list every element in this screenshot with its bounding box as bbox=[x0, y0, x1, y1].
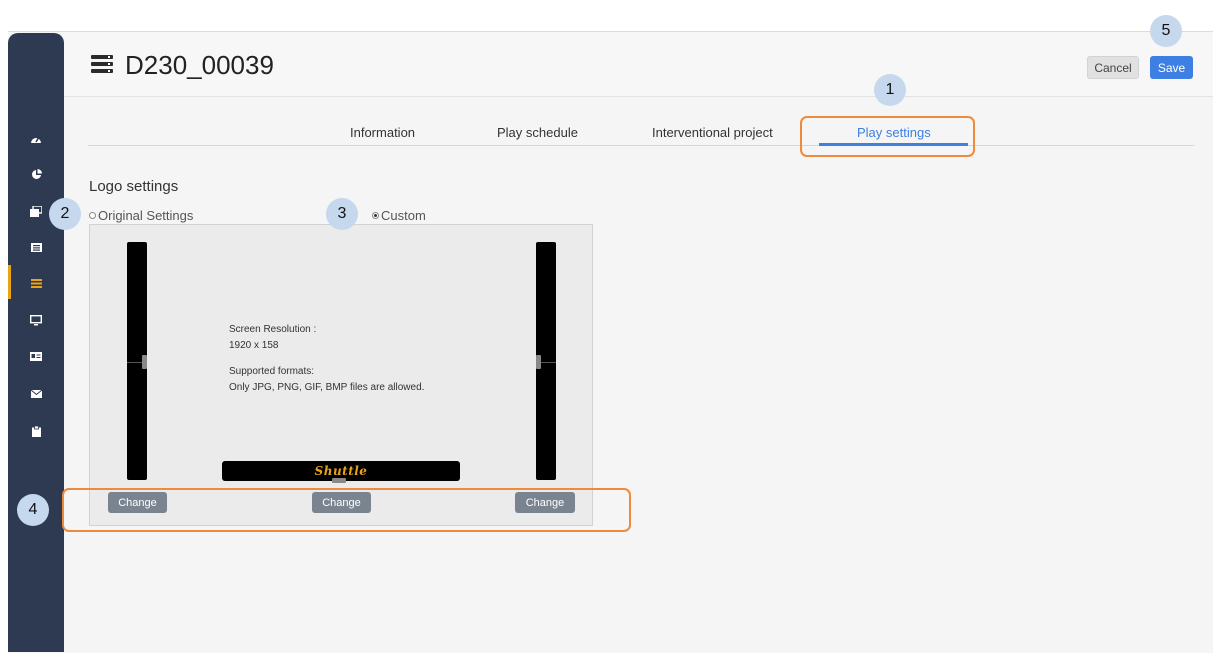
tab-information[interactable]: Information bbox=[350, 125, 415, 140]
tab-play-schedule[interactable]: Play schedule bbox=[497, 125, 578, 140]
server-icon[interactable] bbox=[8, 274, 64, 292]
callout-3: 3 bbox=[326, 198, 358, 230]
list-icon[interactable] bbox=[8, 238, 64, 256]
radio-custom[interactable]: Custom bbox=[372, 208, 426, 223]
pie-chart-icon[interactable] bbox=[8, 165, 64, 183]
callout-5: 5 bbox=[1150, 15, 1182, 47]
callout-2: 2 bbox=[49, 198, 81, 230]
callout-1: 1 bbox=[874, 74, 906, 106]
bottom-logo-handle[interactable] bbox=[332, 478, 346, 483]
page-title: D230_00039 bbox=[125, 50, 274, 80]
radio-original-settings[interactable]: Original Settings bbox=[89, 208, 193, 223]
resolution-value: 1920 x 158 bbox=[229, 340, 279, 351]
clipboard-icon[interactable] bbox=[8, 422, 64, 440]
envelope-icon[interactable] bbox=[8, 385, 64, 403]
id-card-icon[interactable] bbox=[8, 347, 64, 365]
radio-button-selected[interactable] bbox=[372, 212, 379, 219]
section-title: Logo settings bbox=[89, 178, 179, 195]
radio-label: Custom bbox=[381, 208, 426, 223]
formats-label: Supported formats: bbox=[229, 366, 315, 377]
callout-4: 4 bbox=[17, 494, 49, 526]
tab-interventional-project[interactable]: Interventional project bbox=[652, 125, 773, 140]
server-icon bbox=[91, 55, 113, 73]
resolution-label: Screen Resolution : bbox=[229, 324, 317, 335]
dashboard-icon[interactable] bbox=[8, 130, 64, 148]
radio-button[interactable] bbox=[89, 212, 96, 219]
cancel-button[interactable]: Cancel bbox=[1087, 56, 1139, 79]
right-logo-handle[interactable] bbox=[536, 355, 541, 369]
radio-label: Original Settings bbox=[98, 208, 194, 223]
highlight-play-settings bbox=[800, 116, 975, 157]
monitor-icon[interactable] bbox=[8, 311, 64, 329]
shuttle-logo: Shuttle bbox=[314, 464, 368, 478]
highlight-change-buttons bbox=[62, 488, 631, 532]
formats-value: Only JPG, PNG, GIF, BMP files are allowe… bbox=[229, 382, 425, 393]
left-logo-handle[interactable] bbox=[142, 355, 147, 369]
sidebar bbox=[8, 33, 64, 652]
save-button[interactable]: Save bbox=[1150, 56, 1193, 79]
tabs-divider bbox=[88, 145, 1194, 146]
